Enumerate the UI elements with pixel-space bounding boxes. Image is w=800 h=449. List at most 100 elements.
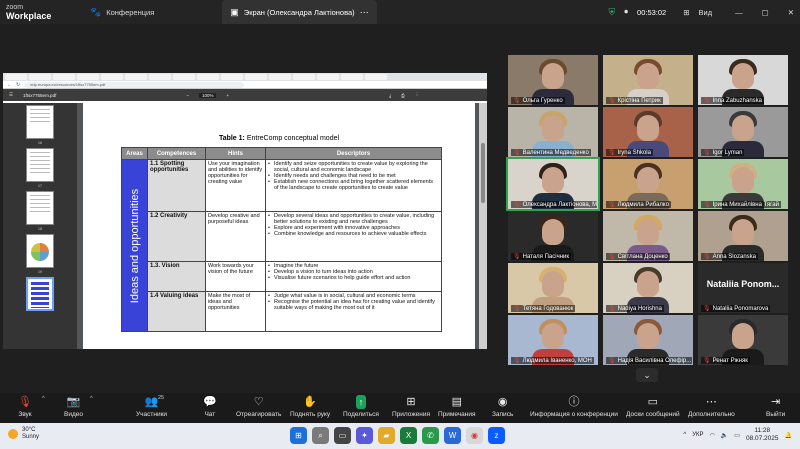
browser-tab[interactable] [125,74,147,80]
minimize-icon[interactable]: — [735,8,743,17]
file-explorer-icon[interactable]: ▰ [378,427,395,444]
zoom-in-icon[interactable]: + [226,93,229,98]
task-view-icon[interactable]: ▭ [334,427,351,444]
participant-tile[interactable]: 🎙 Світлана Доценко [603,211,693,261]
tray-overflow-icon[interactable]: ^ [683,432,686,438]
participant-tile[interactable]: 🎙 Iryna Shkola [603,107,693,157]
notes-button[interactable]: ▤ Примечания [438,395,476,421]
clock[interactable]: 11:28 08.07.2025 [746,427,779,443]
leave-button[interactable]: ⇥ Выйти [766,395,785,421]
participants-button[interactable]: 👥 25 Участники [136,395,167,421]
participant-face [542,323,564,349]
browser-tab[interactable] [365,74,387,80]
view-button[interactable]: Вид [699,8,713,17]
participant-tile[interactable]: 🎙 Anna Slozanska [698,211,788,261]
speaker-icon[interactable]: 🔈 [721,432,728,439]
browser-tab[interactable] [149,74,171,80]
grid-view-icon[interactable]: ⊞ [683,8,689,17]
language-indicator[interactable]: УКР [692,432,703,438]
chat-button[interactable]: 💬 Чат [203,395,217,421]
spreadsheet-app-icon[interactable]: X [400,427,417,444]
windows-start-icon[interactable]: ⊞ [290,427,307,444]
participant-tile[interactable]: 🎙 Igor Lyman [698,107,788,157]
tab-meeting[interactable]: 🐾 Конференция [82,0,162,24]
url-field[interactable]: edp.europa.eu/resources/1ftsx7755em.pdf [24,81,245,88]
pdf-thumbnail[interactable] [26,234,54,268]
participant-tile[interactable]: 🎙 Крістіна Петрик [603,55,693,105]
participant-tile[interactable]: 🎙 Наталя Пасічник [508,211,598,261]
audio-options-caret-icon[interactable]: ^ [42,396,45,402]
menu-icon[interactable]: ☰ [9,92,13,98]
search-icon[interactable]: ⌕ [312,427,329,444]
record-label: Запись [492,411,514,418]
back-icon[interactable]: ← [7,82,12,88]
table-row: 1.2 Creativity Develop creative and purp… [122,211,442,262]
react-button[interactable]: ♡ Отреагировать [236,395,281,421]
meeting-info-button[interactable]: ⓘ Информация о конференции [530,395,618,421]
participant-tile[interactable]: 🎙 Людмила Рибалко [603,159,693,209]
video-button[interactable]: 📷 Видео [64,395,83,421]
audio-button[interactable]: 🎙 Звук [18,395,32,421]
more-options-icon[interactable]: ⋯ [360,7,369,18]
participant-tile[interactable]: 🎙 Валентина Медведенко [508,107,598,157]
zoom-app-icon[interactable]: z [488,427,505,444]
browser-tab[interactable] [101,74,123,80]
participant-tile[interactable]: 🎙 Надія Василівна Олефір... [603,315,693,365]
apps-button[interactable]: ⊞ Приложения [392,395,430,421]
battery-icon[interactable]: ▭ [734,432,740,439]
browser-tab[interactable] [317,74,339,80]
browser-tab[interactable] [77,74,99,80]
weather-widget[interactable]: 30°C Sunny [8,427,39,441]
share-button[interactable]: ↑ Поделиться [343,395,379,421]
pdf-thumbnail-current[interactable] [26,277,54,311]
pdf-thumbnail[interactable] [26,191,54,225]
browser-tab[interactable] [245,74,267,80]
encryption-shield-icon[interactable]: ⛨ [609,7,616,18]
whiteboard-button[interactable]: ▭ Доски сообщений [626,395,680,421]
browser-tab[interactable] [293,74,315,80]
video-options-caret-icon[interactable]: ^ [90,396,93,402]
participant-tile[interactable]: Nataliia Ponom... 🎙 Nataliia Ponomarova [698,263,788,313]
browser-tab[interactable] [173,74,195,80]
copilot-icon[interactable]: ✦ [356,427,373,444]
pdf-zoom-level[interactable]: 100% [198,92,217,98]
pdf-thumbnail[interactable] [26,148,54,182]
participant-tile[interactable]: 🎙 Ірина Михайлівна Тягай [698,159,788,209]
pdf-scrollbar[interactable] [479,103,487,349]
apps-label: Приложения [392,411,431,418]
participant-tile[interactable]: 🎙 Тетяна Годованюк [508,263,598,313]
participant-tile[interactable]: 🎙 Inna Zabuzhanska [698,55,788,105]
participant-tile[interactable]: 🎙 Ренат Ржняк [698,315,788,365]
download-icon[interactable]: ⤓ [389,93,391,98]
zoom-out-icon[interactable]: − [186,93,189,98]
more-icon[interactable]: ⋮ [415,92,420,98]
participant-name: 🎙 Nadiya Horishna [606,305,664,312]
pdf-thumbnail[interactable] [26,105,54,139]
browser-tab[interactable] [5,74,27,80]
reload-icon[interactable]: ↻ [16,82,20,88]
chrome-icon[interactable]: ◉ [466,427,483,444]
whatsapp-icon[interactable]: ✆ [422,427,439,444]
participant-tile[interactable]: 🎙 Nadiya Horishna [603,263,693,313]
chevron-down-icon[interactable]: ⌄ [636,368,658,382]
print-icon[interactable]: ⎙ [401,93,405,98]
browser-tab[interactable] [341,74,363,80]
participant-tile[interactable]: 🎙 Ольга Гуренко [508,55,598,105]
more-button[interactable]: ⋯ Дополнительно [688,395,735,421]
descriptor-cell: Judge what value is in social, cultural … [265,291,442,332]
raise-hand-button[interactable]: ✋ Поднять руку [290,395,330,421]
tab-screen-share[interactable]: ▣ Экран (Олександра Лактіонова) ⋯ [222,0,377,24]
close-icon[interactable]: ✕ [788,8,794,17]
browser-tab[interactable] [29,74,51,80]
browser-tab[interactable] [269,74,291,80]
participant-tile[interactable]: 🎙 Людмила Іваненко, МОН [508,315,598,365]
word-icon[interactable]: W [444,427,461,444]
maximize-icon[interactable]: ▢ [762,8,769,17]
browser-tab[interactable] [197,74,219,80]
browser-tab[interactable] [221,74,243,80]
record-button[interactable]: ◉ Запись [492,395,513,421]
wifi-icon[interactable]: ◠ [710,432,715,439]
participant-tile[interactable]: 🎙 Олександра Лактіонова, М... [506,157,600,211]
notifications-icon[interactable]: 🔔 [785,432,792,439]
browser-tab[interactable] [53,74,75,80]
